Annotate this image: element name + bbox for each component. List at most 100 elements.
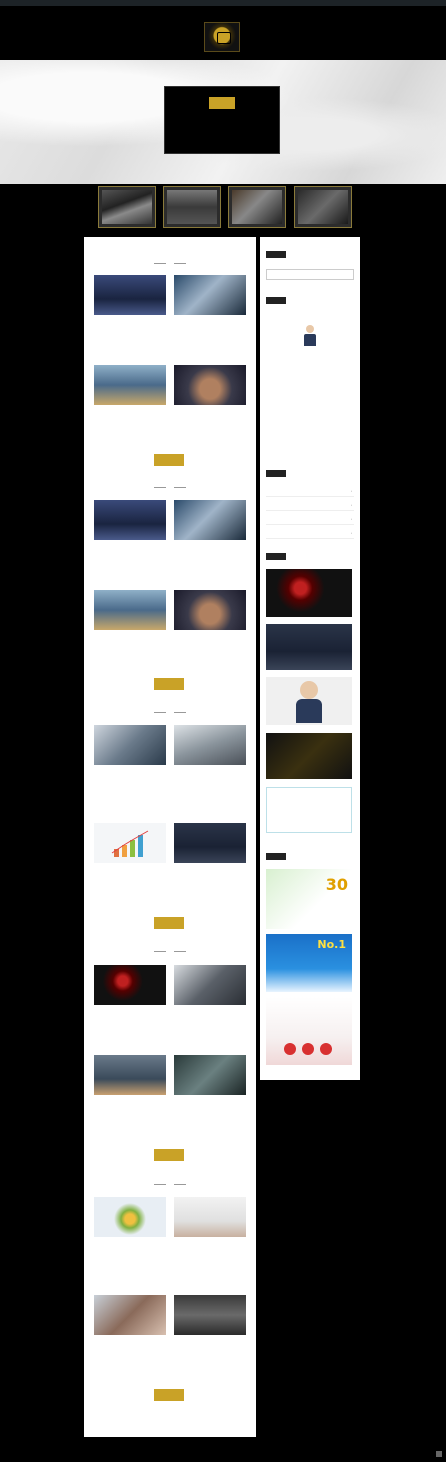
post-title[interactable] <box>94 319 166 324</box>
post-thumbnail[interactable] <box>94 1295 166 1335</box>
ad-banner[interactable]: No.1 <box>266 934 352 992</box>
post-thumbnail[interactable] <box>94 500 166 540</box>
post-card[interactable] <box>174 1197 246 1266</box>
site-logo[interactable] <box>204 22 240 52</box>
ad-banner[interactable]: 30 <box>266 869 352 929</box>
post-title[interactable] <box>174 544 246 549</box>
more-button[interactable] <box>154 678 184 690</box>
post-card[interactable] <box>174 823 246 892</box>
post-excerpt <box>94 1016 166 1032</box>
post-card[interactable] <box>94 590 166 659</box>
main-content <box>84 237 256 1437</box>
post-excerpt <box>174 874 246 890</box>
post-card[interactable] <box>174 500 246 569</box>
post-title[interactable] <box>94 634 166 639</box>
feature-thumb[interactable] <box>163 186 221 228</box>
post-title[interactable] <box>94 1099 166 1104</box>
feature-thumb[interactable] <box>98 186 156 228</box>
post-thumbnail[interactable] <box>94 1197 166 1237</box>
post-card[interactable] <box>94 725 166 794</box>
more-button[interactable] <box>154 454 184 466</box>
post-thumbnail[interactable] <box>174 590 246 630</box>
post-title[interactable] <box>174 867 246 872</box>
feature-thumb[interactable] <box>294 186 352 228</box>
post-excerpt <box>174 551 246 567</box>
post-title[interactable] <box>174 409 246 414</box>
post-thumbnail[interactable] <box>94 590 166 630</box>
recent-post-image[interactable] <box>266 624 352 670</box>
post-title[interactable] <box>174 1241 246 1246</box>
post-title[interactable] <box>174 634 246 639</box>
scroll-top-icon[interactable] <box>436 1451 442 1457</box>
recent-post-image[interactable] <box>266 787 352 833</box>
post-thumbnail[interactable] <box>174 725 246 765</box>
post-thumbnail[interactable] <box>174 965 246 1005</box>
post-title[interactable] <box>174 769 246 774</box>
more-button[interactable] <box>154 917 184 929</box>
post-excerpt <box>174 776 246 792</box>
post-excerpt <box>174 1016 246 1032</box>
post-thumbnail[interactable] <box>174 1055 246 1095</box>
post-card[interactable] <box>174 365 246 434</box>
hero-box <box>164 86 280 154</box>
category-item[interactable]: › <box>266 485 354 497</box>
post-card[interactable] <box>94 500 166 569</box>
hero-button[interactable] <box>209 97 235 109</box>
post-thumbnail[interactable] <box>94 1055 166 1095</box>
post-card[interactable] <box>174 590 246 659</box>
section-heading <box>84 485 256 489</box>
post-card[interactable] <box>94 965 166 1034</box>
category-item[interactable]: › <box>266 499 354 511</box>
post-thumbnail[interactable] <box>174 1295 246 1335</box>
recent-post-image[interactable] <box>266 569 352 617</box>
post-card[interactable] <box>94 365 166 434</box>
chevron-right-icon: › <box>350 517 352 521</box>
category-item[interactable]: › <box>266 513 354 525</box>
post-title[interactable] <box>94 544 166 549</box>
bar-graph-icon <box>111 830 149 857</box>
search-input[interactable] <box>266 269 354 280</box>
post-title[interactable] <box>174 1009 246 1014</box>
post-thumbnail[interactable] <box>94 965 166 1005</box>
post-thumbnail[interactable] <box>94 365 166 405</box>
ad-banner[interactable] <box>266 997 352 1065</box>
post-title[interactable] <box>94 1339 166 1344</box>
post-title[interactable] <box>94 1241 166 1246</box>
post-card[interactable] <box>174 1055 246 1124</box>
post-card[interactable] <box>174 965 246 1034</box>
category-item[interactable]: › <box>266 527 354 539</box>
more-button[interactable] <box>154 1149 184 1161</box>
post-card[interactable] <box>174 725 246 794</box>
recent-post-image[interactable] <box>266 677 352 725</box>
post-title[interactable] <box>94 409 166 414</box>
post-thumbnail[interactable] <box>174 1197 246 1237</box>
post-thumbnail[interactable] <box>94 725 166 765</box>
post-thumbnail[interactable] <box>94 275 166 315</box>
post-title[interactable] <box>174 319 246 324</box>
post-thumbnail[interactable] <box>174 500 246 540</box>
post-thumbnail[interactable] <box>94 823 166 863</box>
post-card[interactable] <box>94 275 166 344</box>
post-card[interactable] <box>174 275 246 344</box>
post-title[interactable] <box>94 769 166 774</box>
post-card[interactable] <box>94 1055 166 1124</box>
post-excerpt <box>94 1248 166 1264</box>
post-excerpt <box>174 416 246 432</box>
post-title[interactable] <box>174 1339 246 1344</box>
post-title[interactable] <box>94 867 166 872</box>
recent-post-image[interactable] <box>266 733 352 779</box>
feature-thumb[interactable] <box>228 186 286 228</box>
post-thumbnail[interactable] <box>174 823 246 863</box>
widget-title-ads <box>266 853 286 860</box>
post-card[interactable] <box>94 1197 166 1266</box>
post-card[interactable] <box>94 1295 166 1364</box>
post-card[interactable] <box>94 823 166 892</box>
widget-title-recent <box>266 553 286 560</box>
post-thumbnail[interactable] <box>174 275 246 315</box>
post-thumbnail[interactable] <box>174 365 246 405</box>
post-title[interactable] <box>94 1009 166 1014</box>
more-button[interactable] <box>154 1389 184 1401</box>
section-heading <box>84 1182 256 1186</box>
post-card[interactable] <box>174 1295 246 1364</box>
post-title[interactable] <box>174 1099 246 1104</box>
